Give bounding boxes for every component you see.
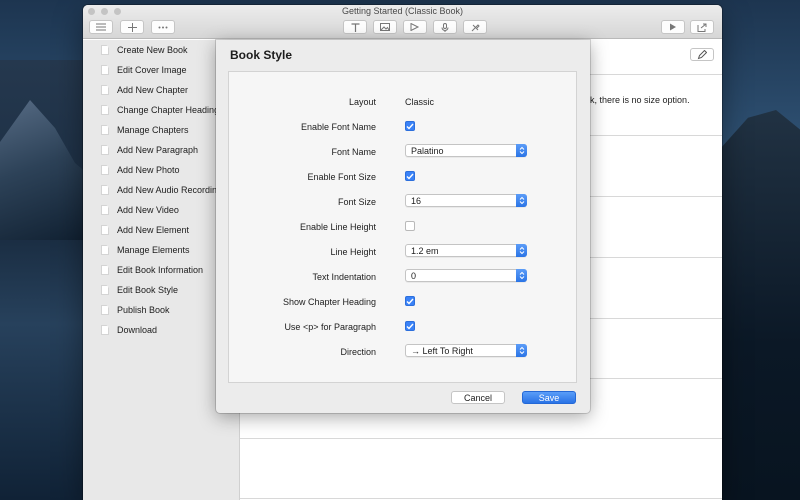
tools-button[interactable] bbox=[463, 20, 487, 34]
content-text: ook, there is no size option. bbox=[580, 95, 690, 105]
list-icon bbox=[96, 23, 106, 31]
chevron-updown-icon bbox=[516, 194, 527, 207]
sidebar-toggle-button[interactable] bbox=[89, 20, 113, 34]
preview-button[interactable] bbox=[661, 20, 685, 34]
sidebar-item-label: Add New Paragraph bbox=[117, 145, 199, 155]
document-icon bbox=[101, 225, 109, 235]
checkmark-icon bbox=[406, 123, 414, 130]
font-name-value: Palatino bbox=[411, 146, 444, 156]
font-size-select[interactable]: 16 bbox=[405, 194, 527, 207]
plus-icon bbox=[127, 22, 137, 32]
pencil-icon bbox=[697, 49, 707, 59]
insert-image-button[interactable] bbox=[373, 20, 397, 34]
font-size-value: 16 bbox=[411, 196, 422, 206]
divider bbox=[240, 438, 722, 439]
title-bar: Getting Started (Classic Book) bbox=[83, 5, 722, 39]
document-icon bbox=[101, 45, 109, 55]
desktop-island bbox=[720, 110, 800, 500]
enable-font-size-checkbox[interactable] bbox=[405, 171, 415, 181]
direction-select[interactable]: → Left To Right bbox=[405, 344, 527, 357]
direction-value: → Left To Right bbox=[411, 346, 473, 356]
add-button[interactable] bbox=[120, 20, 144, 34]
document-icon bbox=[101, 285, 109, 295]
window-title: Getting Started (Classic Book) bbox=[341, 6, 464, 16]
chevron-updown-icon bbox=[516, 144, 527, 157]
export-icon bbox=[697, 23, 707, 32]
sidebar-item-label: Add New Chapter bbox=[117, 85, 189, 95]
sidebar-item-label: Add New Video bbox=[117, 205, 179, 215]
enable-font-name-checkbox[interactable] bbox=[405, 121, 415, 131]
document-icon bbox=[101, 165, 109, 175]
document-icon bbox=[101, 185, 109, 195]
sidebar-item-label: Create New Book bbox=[117, 45, 188, 55]
show-chapter-heading-label: Show Chapter Heading bbox=[282, 297, 376, 307]
layout-value: Classic bbox=[405, 97, 435, 107]
divider bbox=[240, 498, 722, 499]
document-icon bbox=[101, 105, 109, 115]
font-name-select[interactable]: Palatino bbox=[405, 144, 527, 157]
audio-icon bbox=[441, 22, 449, 32]
enable-line-height-checkbox[interactable] bbox=[405, 221, 415, 231]
save-button[interactable]: Save bbox=[522, 391, 576, 404]
chevron-updown-icon bbox=[516, 244, 527, 257]
text-icon bbox=[351, 22, 359, 32]
font-name-label: Font Name bbox=[331, 147, 376, 157]
sidebar-item-label: Publish Book bbox=[117, 305, 170, 315]
sidebar-item-label: Add New Audio Recording bbox=[117, 185, 223, 195]
chevron-updown-icon bbox=[516, 269, 527, 282]
sidebar-item-label: Add New Element bbox=[117, 225, 190, 235]
document-icon bbox=[101, 145, 109, 155]
sidebar-item-label: Edit Cover Image bbox=[117, 65, 187, 75]
chevron-updown-icon bbox=[516, 344, 527, 357]
ellipsis-icon bbox=[158, 26, 168, 28]
document-icon bbox=[101, 305, 109, 315]
line-height-value: 1.2 em bbox=[411, 246, 439, 256]
export-button[interactable] bbox=[690, 20, 714, 34]
play-icon bbox=[670, 23, 676, 31]
line-height-select[interactable]: 1.2 em bbox=[405, 244, 527, 257]
insert-text-button[interactable] bbox=[343, 20, 367, 34]
text-indentation-label: Text Indentation bbox=[312, 272, 376, 282]
use-p-for-paragraph-label: Use <p> for Paragraph bbox=[284, 322, 376, 332]
document-icon bbox=[101, 125, 109, 135]
use-p-for-paragraph-checkbox[interactable] bbox=[405, 321, 415, 331]
sidebar-item-label: Manage Elements bbox=[117, 245, 190, 255]
more-button[interactable] bbox=[151, 20, 175, 34]
text-indentation-value: 0 bbox=[411, 271, 417, 281]
edit-button[interactable] bbox=[690, 48, 714, 61]
enable-line-height-label: Enable Line Height bbox=[299, 222, 376, 232]
checkmark-icon bbox=[406, 323, 414, 330]
enable-font-size-label: Enable Font Size bbox=[307, 172, 376, 182]
sheet-title: Book Style bbox=[230, 48, 293, 62]
checkmark-icon bbox=[406, 298, 414, 305]
text-indentation-select[interactable]: 0 bbox=[405, 269, 527, 282]
document-icon bbox=[101, 245, 109, 255]
document-icon bbox=[101, 265, 109, 275]
enable-font-name-label: Enable Font Name bbox=[300, 122, 376, 132]
image-icon bbox=[380, 23, 390, 31]
sidebar-item-label: Edit Book Information bbox=[117, 265, 204, 275]
line-height-label: Line Height bbox=[330, 247, 376, 257]
checkmark-icon bbox=[406, 173, 414, 180]
document-icon bbox=[101, 65, 109, 75]
insert-video-button[interactable] bbox=[403, 20, 427, 34]
document-icon bbox=[101, 85, 109, 95]
document-icon bbox=[101, 205, 109, 215]
document-icon bbox=[101, 325, 109, 335]
video-icon bbox=[410, 23, 420, 31]
sidebar-item-label: Edit Book Style bbox=[117, 285, 179, 295]
show-chapter-heading-checkbox[interactable] bbox=[405, 296, 415, 306]
sidebar-item-label: Download bbox=[117, 325, 158, 335]
layout-label: Layout bbox=[348, 97, 376, 107]
sidebar-item-label: Add New Photo bbox=[117, 165, 180, 175]
insert-audio-button[interactable] bbox=[433, 20, 457, 34]
sidebar-item-label: Change Chapter Heading bbox=[117, 105, 220, 115]
tools-icon bbox=[471, 23, 480, 31]
cancel-button[interactable]: Cancel bbox=[451, 391, 505, 404]
style-form-panel: Layout Classic Enable Font Name Font Nam… bbox=[228, 71, 577, 383]
direction-label: Direction bbox=[340, 347, 376, 357]
font-size-label: Font Size bbox=[337, 197, 376, 207]
sidebar-item-label: Manage Chapters bbox=[117, 125, 189, 135]
book-style-sheet: Book Style Layout Classic Enable Font Na… bbox=[216, 40, 590, 413]
